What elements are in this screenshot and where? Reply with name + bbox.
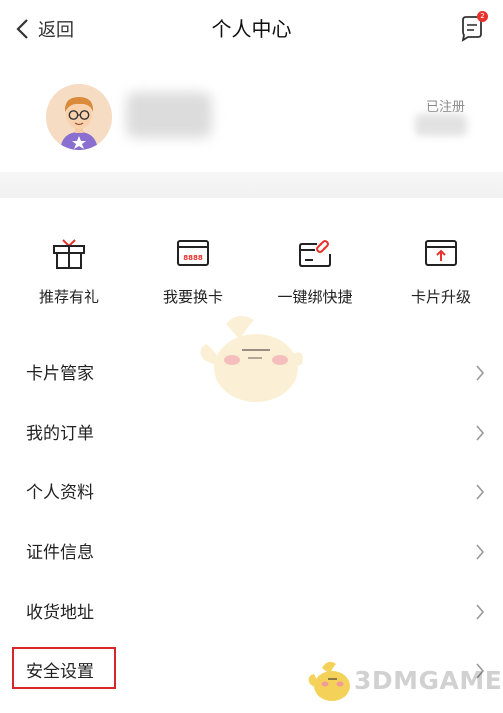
section-divider (0, 172, 503, 198)
chevron-right-icon (476, 365, 485, 381)
menu-item-label: 安全设置 (26, 662, 94, 683)
avatar-image (46, 84, 112, 150)
card-link-icon (299, 240, 331, 267)
card-number-text: 8888 (183, 254, 203, 262)
quick-actions: 推荐有礼 8888 我要换卡 一键绑快捷 卡片升级 (0, 210, 503, 320)
quick-action-change-card[interactable]: 8888 我要换卡 (130, 236, 256, 308)
quick-action-label: 一键绑快捷 (277, 288, 353, 306)
watermark: 3DMGAME (306, 656, 502, 706)
card-upgrade-icon (425, 240, 457, 266)
quick-action-label: 我要换卡 (162, 288, 223, 306)
quick-action-label: 卡片升级 (410, 288, 471, 306)
watermark-logo-icon (308, 661, 350, 701)
chevron-right-icon (476, 425, 485, 441)
gift-icon (53, 239, 85, 269)
registration-status: 已注册 (425, 100, 465, 115)
menu-item-label: 证件信息 (26, 543, 94, 564)
message-badge: 2 (477, 11, 488, 22)
watermark-text: 3DMGAME (354, 666, 503, 695)
username-blurred (126, 92, 212, 138)
message-button[interactable]: 2 (458, 11, 488, 42)
menu-item-card-manager[interactable]: 卡片管家 (0, 344, 503, 404)
page-title: 个人中心 (211, 17, 292, 41)
menu-item-personal-info[interactable]: 个人资料 (0, 463, 503, 523)
menu-item-label: 个人资料 (26, 483, 94, 504)
quick-action-bind-quick[interactable]: 一键绑快捷 (252, 236, 378, 308)
top-bar: 返回 个人中心 2 (0, 0, 503, 58)
quick-action-label: 推荐有礼 (38, 288, 99, 306)
profile-section: 已注册 (0, 70, 503, 170)
settings-menu: 卡片管家 我的订单 个人资料 证件信息 收货地址 安全设置 (0, 344, 503, 702)
menu-item-label: 我的订单 (26, 423, 94, 444)
menu-item-shipping-address[interactable]: 收货地址 (0, 583, 503, 643)
chevron-right-icon (476, 484, 485, 500)
menu-item-my-orders[interactable]: 我的订单 (0, 404, 503, 464)
quick-action-referral[interactable]: 推荐有礼 (6, 236, 132, 308)
menu-item-id-info[interactable]: 证件信息 (0, 523, 503, 583)
chevron-right-icon (476, 544, 485, 560)
menu-item-label: 卡片管家 (26, 364, 94, 384)
card-change-icon: 8888 (177, 240, 209, 266)
quick-action-upgrade-card[interactable]: 卡片升级 (378, 236, 503, 308)
avatar[interactable] (46, 84, 112, 150)
menu-item-label: 收货地址 (26, 602, 94, 623)
registration-info-blurred (415, 114, 467, 136)
chevron-right-icon (476, 604, 485, 620)
